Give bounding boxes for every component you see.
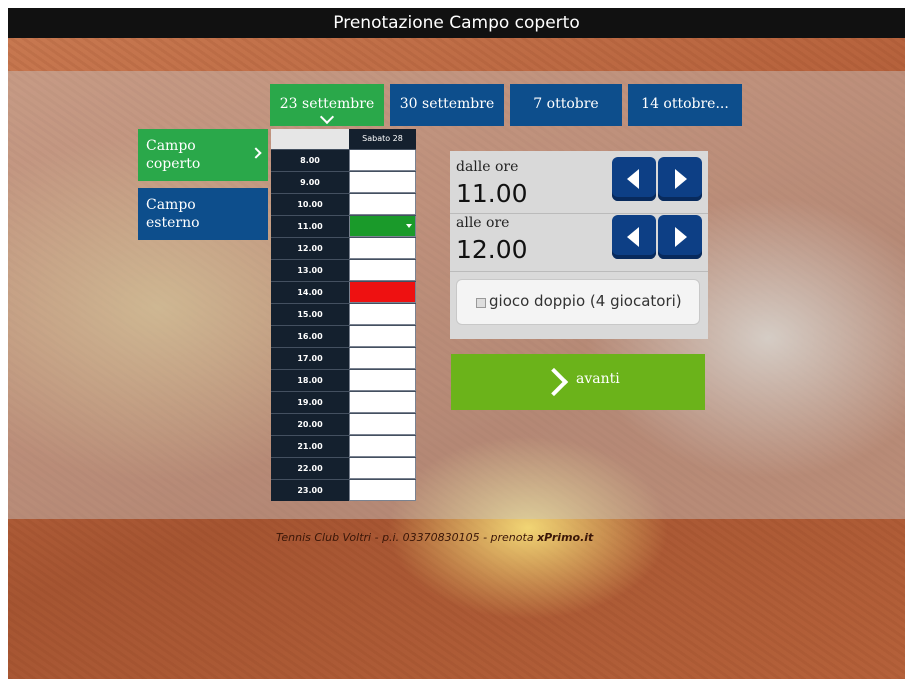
time-slot-label: 20.00 <box>271 414 349 435</box>
field-tab-label-line2: esterno <box>146 215 200 231</box>
divider <box>450 213 708 214</box>
schedule-day-header: Sabato 28 <box>349 129 416 149</box>
slot-free[interactable] <box>349 304 416 325</box>
date-tab-14-ottobre[interactable]: 14 ottobre... <box>628 84 742 126</box>
schedule-row: 18.00 <box>271 369 416 391</box>
field-tab-label-line2: coperto <box>146 156 201 172</box>
date-tab-label: 14 ottobre... <box>641 96 729 112</box>
schedule-rows: 8.00 9.00 10.00 11.00 12.00 13.00 14.00 15.00 16… <box>271 149 416 501</box>
schedule-row: 14.00 <box>271 281 416 303</box>
app-frame: Prenotazione Campo coperto 23 settembre … <box>8 8 905 679</box>
schedule-row: 8.00 <box>271 149 416 171</box>
time-slot-label: 12.00 <box>271 238 349 259</box>
slot-free[interactable] <box>349 436 416 457</box>
chevron-right-icon <box>539 367 569 397</box>
date-tab-label: 7 ottobre <box>533 96 599 112</box>
slot-free[interactable] <box>349 238 416 259</box>
from-value: 11.00 <box>456 179 528 208</box>
date-tab-label: 30 settembre <box>399 96 495 112</box>
time-slot-label: 19.00 <box>271 392 349 413</box>
time-slot-label: 21.00 <box>271 436 349 457</box>
date-tab-30-settembre[interactable]: 30 settembre <box>390 84 504 126</box>
schedule-row: 21.00 <box>271 435 416 457</box>
time-slot-label: 23.00 <box>271 480 349 501</box>
doubles-checkbox-button[interactable]: gioco doppio (4 giocatori) <box>456 279 700 325</box>
from-decrement-button[interactable] <box>612 157 656 201</box>
field-tab-label-line1: Campo <box>146 197 196 213</box>
from-increment-button[interactable] <box>658 157 702 201</box>
schedule-row: 15.00 <box>271 303 416 325</box>
time-slot-label: 11.00 <box>271 216 349 237</box>
slot-free[interactable] <box>349 194 416 215</box>
slot-free[interactable] <box>349 392 416 413</box>
time-slot-label: 9.00 <box>271 172 349 193</box>
time-slot-label: 16.00 <box>271 326 349 347</box>
from-label: dalle ore <box>456 159 519 175</box>
doubles-label: gioco doppio (4 giocatori) <box>489 292 682 310</box>
slot-free[interactable] <box>349 326 416 347</box>
slot-busy[interactable] <box>349 282 416 303</box>
divider <box>450 271 708 272</box>
arrow-left-icon <box>627 227 639 247</box>
schedule-row: 13.00 <box>271 259 416 281</box>
time-slot-label: 8.00 <box>271 150 349 171</box>
slot-free[interactable] <box>349 458 416 479</box>
to-label: alle ore <box>456 215 510 231</box>
slot-free[interactable] <box>349 150 416 171</box>
date-tab-23-settembre[interactable]: 23 settembre <box>270 84 384 126</box>
time-slot-label: 18.00 <box>271 370 349 391</box>
footer-text: Tennis Club Voltri - p.i. 03370830105 - … <box>276 531 538 544</box>
schedule-row: 12.00 <box>271 237 416 259</box>
to-value: 12.00 <box>456 235 528 264</box>
footer-credits: Tennis Club Voltri - p.i. 03370830105 - … <box>276 531 593 544</box>
chevron-down-icon <box>319 109 335 125</box>
to-decrement-button[interactable] <box>612 215 656 259</box>
to-increment-button[interactable] <box>658 215 702 259</box>
schedule-row: 20.00 <box>271 413 416 435</box>
time-slot-label: 17.00 <box>271 348 349 369</box>
slot-selected[interactable] <box>349 216 416 237</box>
schedule-header: Sabato 28 <box>271 129 416 149</box>
slot-free[interactable] <box>349 172 416 193</box>
schedule-row: 22.00 <box>271 457 416 479</box>
slot-free[interactable] <box>349 414 416 435</box>
time-slot-label: 14.00 <box>271 282 349 303</box>
schedule-row: 11.00 <box>271 215 416 237</box>
schedule-grid: Sabato 28 8.00 9.00 10.00 11.00 12.00 13.00 14… <box>271 129 416 501</box>
schedule-row: 17.00 <box>271 347 416 369</box>
field-tab-campo-esterno[interactable]: Campo esterno <box>138 188 268 240</box>
slot-free[interactable] <box>349 480 416 501</box>
slot-free[interactable] <box>349 260 416 281</box>
caret-down-icon <box>406 224 412 228</box>
avanti-label: avanti <box>576 371 620 387</box>
slot-free[interactable] <box>349 348 416 369</box>
avanti-button[interactable]: avanti <box>451 354 705 410</box>
time-slot-label: 10.00 <box>271 194 349 215</box>
arrow-right-icon <box>675 227 687 247</box>
page-title: Prenotazione Campo coperto <box>8 8 905 38</box>
schedule-row: 19.00 <box>271 391 416 413</box>
date-tab-7-ottobre[interactable]: 7 ottobre <box>510 84 622 126</box>
schedule-row: 23.00 <box>271 479 416 501</box>
time-slot-label: 15.00 <box>271 304 349 325</box>
field-tab-campo-coperto[interactable]: Campo coperto <box>138 129 268 181</box>
slot-free[interactable] <box>349 370 416 391</box>
schedule-row: 16.00 <box>271 325 416 347</box>
time-slot-label: 22.00 <box>271 458 349 479</box>
arrow-left-icon <box>627 169 639 189</box>
arrow-right-icon <box>675 169 687 189</box>
time-slot-label: 13.00 <box>271 260 349 281</box>
schedule-corner <box>271 129 349 149</box>
checkbox-icon[interactable] <box>476 298 486 308</box>
footer-brand-link[interactable]: xPrimo.it <box>537 531 593 544</box>
time-panel: dalle ore 11.00 alle ore 12.00 gioco dop… <box>450 151 708 339</box>
schedule-row: 9.00 <box>271 171 416 193</box>
schedule-row: 10.00 <box>271 193 416 215</box>
